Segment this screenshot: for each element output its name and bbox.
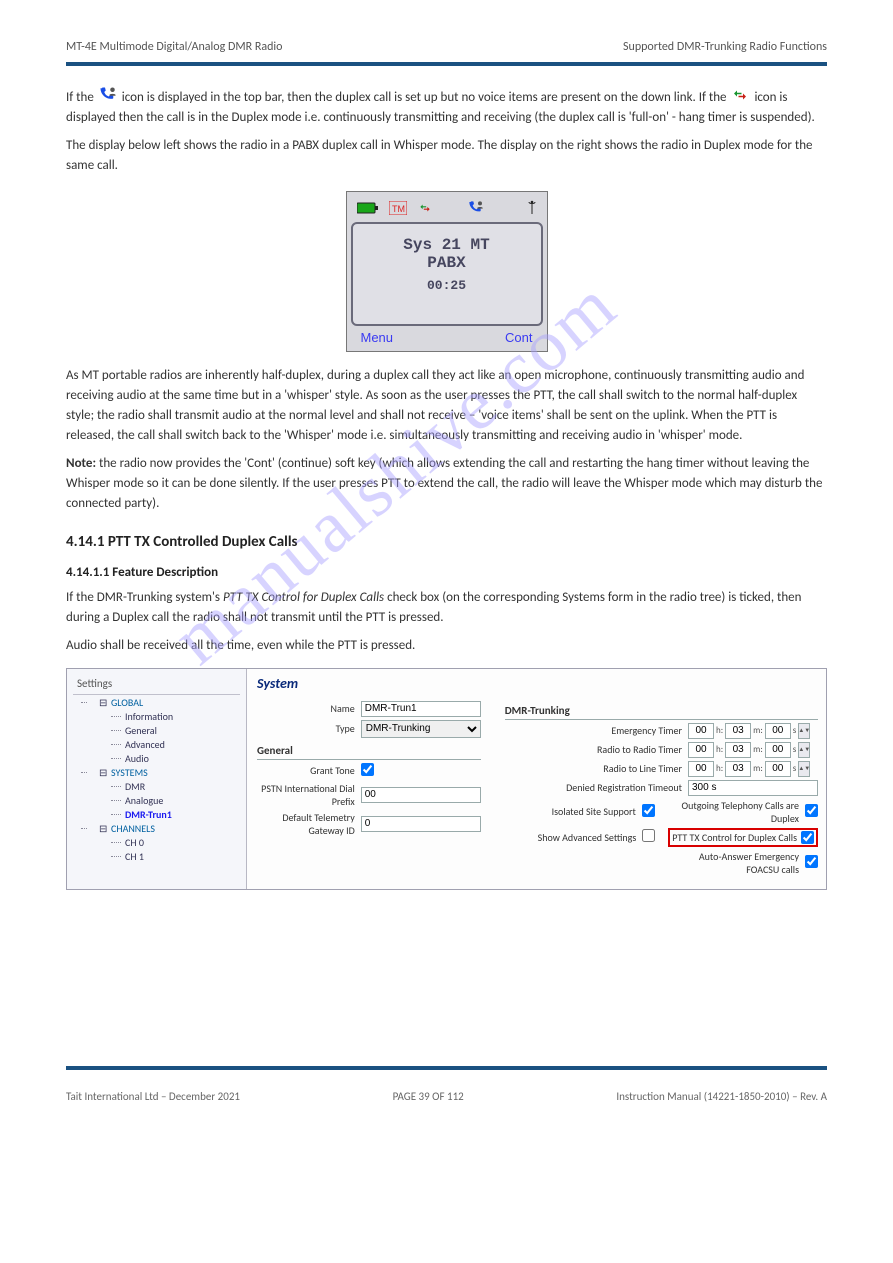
r2r-label: Radio to Radio Timer: [505, 743, 682, 756]
tree-ch1[interactable]: CH 1: [125, 850, 144, 863]
ptt-p2: Audio shall be received all the time, ev…: [66, 636, 827, 656]
footer-center: PAGE 39 OF 112: [393, 1090, 464, 1103]
r2r-spinner[interactable]: h: m: s ▲▼: [688, 742, 818, 758]
tm-icon: TM: [389, 201, 407, 219]
softkey-cont[interactable]: Cont: [505, 330, 532, 345]
settings-tree: Settings ⊟GLOBAL Information General Adv…: [67, 669, 247, 889]
type-select[interactable]: DMR-Trunking: [361, 720, 481, 738]
tree-systems[interactable]: SYSTEMS: [111, 766, 148, 779]
header-rule: [66, 62, 827, 66]
tree-analogue[interactable]: Analogue: [125, 794, 163, 807]
telemetry-label: Default Telemetry Gateway ID: [257, 811, 355, 837]
screen-line1: Sys 21 MT: [353, 236, 541, 254]
type-label: Type: [257, 722, 355, 735]
tree-audio[interactable]: Audio: [125, 752, 149, 765]
denied-input[interactable]: [688, 780, 818, 796]
form-title: System: [257, 675, 818, 692]
ptt-highlight: PTT TX Control for Duplex Calls: [668, 828, 818, 847]
ptt-label: PTT TX Control for Duplex Calls: [672, 831, 797, 844]
iso-checkbox[interactable]: [642, 804, 655, 817]
sub-heading: 4.14.1.1 Feature Description: [66, 565, 827, 580]
section-heading: 4.14.1 PTT TX Controlled Duplex Calls: [66, 533, 827, 551]
screen-timer: 00:25: [353, 278, 541, 293]
emergency-label: Emergency Timer: [505, 724, 682, 737]
out-label: Outgoing Telephony Calls are Duplex: [668, 799, 799, 825]
svg-text:TM: TM: [392, 204, 405, 214]
telemetry-input[interactable]: [361, 816, 481, 832]
whisper-note: Note: the radio now provides the 'Cont' …: [66, 454, 827, 514]
duplex-arrows-icon: [731, 86, 749, 102]
ptt-checkbox[interactable]: [801, 831, 814, 844]
radio-display: TM Sys 21 MT PABX 00:25 Menu Cont: [346, 191, 548, 352]
tree-dmr-trun1[interactable]: DMR-Trun1: [125, 808, 172, 821]
out-checkbox[interactable]: [805, 804, 818, 817]
radio-screen: Sys 21 MT PABX 00:25: [351, 222, 543, 326]
name-label: Name: [257, 702, 355, 715]
trunking-group-label: DMR-Trunking: [505, 704, 818, 720]
settings-screenshot: Settings ⊟GLOBAL Information General Adv…: [66, 668, 827, 890]
phone-person-icon: [99, 86, 117, 102]
tree-global[interactable]: GLOBAL: [111, 696, 143, 709]
pstn-label: PSTN International Dial Prefix: [257, 782, 355, 808]
emergency-spinner[interactable]: h: m: s ▲▼: [688, 723, 818, 739]
auto-checkbox[interactable]: [805, 855, 818, 868]
whisper-p1: As MT portable radios are inherently hal…: [66, 366, 827, 447]
screen-line2: PABX: [353, 254, 541, 272]
footer-right: Instruction Manual (14221-1850-2010) – R…: [616, 1090, 827, 1103]
status-bar: TM: [351, 196, 543, 222]
ptt-p1: If the DMR-Trunking system's PTT TX Cont…: [66, 588, 827, 628]
tree-advanced[interactable]: Advanced: [125, 738, 165, 751]
antenna-icon: [527, 200, 537, 220]
tree-channels[interactable]: CHANNELS: [111, 822, 155, 835]
adv-label: Show Advanced Settings: [505, 831, 637, 844]
name-input[interactable]: [361, 701, 481, 717]
r2l-spinner[interactable]: h: m: s ▲▼: [688, 761, 818, 777]
header-right: Supported DMR-Trunking Radio Functions: [623, 40, 827, 54]
auto-label: Auto-Answer Emergency FOACSU calls: [668, 850, 799, 876]
adv-checkbox[interactable]: [642, 829, 655, 842]
r2l-label: Radio to Line Timer: [505, 762, 682, 775]
footer-rule: [66, 1066, 827, 1070]
system-form: System Name Type DMR-Trunking General Gr…: [247, 669, 826, 889]
duplex-status-icon: [417, 201, 433, 219]
settings-title: Settings: [73, 675, 240, 695]
battery-icon: [357, 201, 379, 219]
grant-label: Grant Tone: [257, 764, 355, 777]
phone-status-icon: [467, 200, 485, 220]
softkey-menu[interactable]: Menu: [361, 330, 394, 345]
pstn-input[interactable]: [361, 787, 481, 803]
header-left: MT-4E Multimode Digital/Analog DMR Radio: [66, 40, 283, 54]
tree-information[interactable]: Information: [125, 710, 173, 723]
footer-left: Tait International Ltd – December 2021: [66, 1090, 240, 1103]
tree-general[interactable]: General: [125, 724, 157, 737]
general-group-label: General: [257, 744, 481, 760]
intro-p2: The display below left shows the radio i…: [66, 136, 827, 176]
tree-ch0[interactable]: CH 0: [125, 836, 144, 849]
intro-p1: If the icon is displayed in the top bar,…: [66, 86, 827, 128]
tree-dmr[interactable]: DMR: [125, 780, 145, 793]
denied-label: Denied Registration Timeout: [505, 781, 682, 794]
iso-label: Isolated Site Support: [505, 805, 636, 818]
grant-checkbox[interactable]: [361, 763, 374, 776]
